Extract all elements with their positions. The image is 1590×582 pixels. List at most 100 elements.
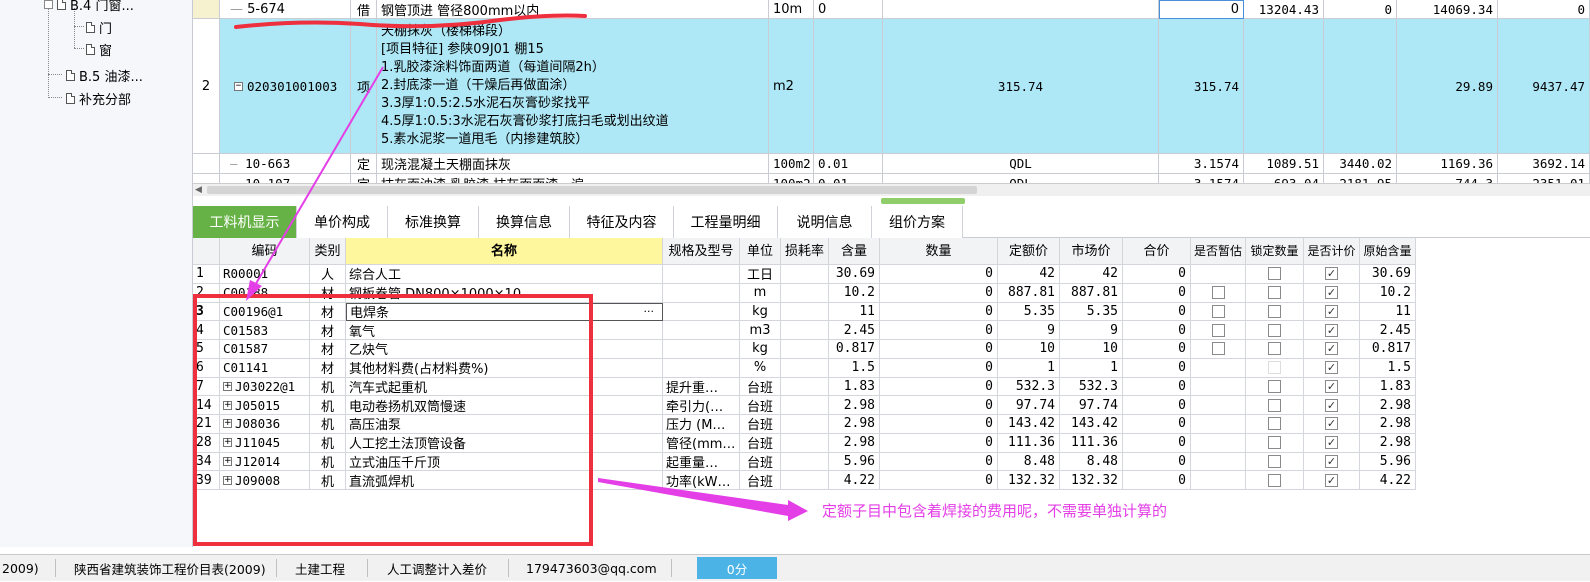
item-description-cell[interactable]: 天棚抹灰（楼梯梯段） [项目特征] 参陕09J01 棚15 1.乳胶漆涂料饰面两… [377, 19, 769, 154]
checkbox[interactable] [1268, 267, 1281, 281]
lock-quantity-cell[interactable] [1246, 415, 1304, 434]
spec-header[interactable]: 规格及型号 [663, 238, 740, 265]
quantity-cell[interactable]: 0 [880, 377, 998, 397]
name-cell[interactable]: 立式油压千斤顶 [346, 452, 663, 472]
checkbox[interactable] [1211, 286, 1225, 300]
tab-conversion-info[interactable]: 换算信息 [479, 206, 570, 238]
category-header[interactable]: 类别 [310, 238, 346, 265]
estimate-flag-cell[interactable] [1191, 452, 1246, 472]
content-cell[interactable]: 5.96 [829, 452, 880, 472]
code-cell[interactable]: — 5-674 [220, 0, 351, 19]
code-cell[interactable]: C01141 [220, 358, 310, 378]
estimate-flag-cell[interactable] [1191, 471, 1246, 490]
market-price-cell[interactable]: 111.36 [1060, 433, 1123, 453]
qty-cell[interactable]: 3.1574 [1159, 154, 1244, 174]
score-badge[interactable]: 0分 [697, 557, 777, 579]
market-price-cell[interactable]: 5.35 [1060, 302, 1123, 322]
code-cell[interactable]: + J11045 [220, 433, 310, 453]
code-cell[interactable]: R00001 [220, 265, 310, 284]
name-cell[interactable]: 人工挖土法顶管设备 [346, 433, 663, 453]
content-cell[interactable]: 10.2 [829, 283, 880, 303]
content-cell[interactable]: 1.5 [829, 358, 880, 378]
spec-cell[interactable] [663, 283, 740, 303]
estimate-flag-cell[interactable] [1191, 396, 1246, 415]
spec-cell[interactable]: 提升重… [663, 377, 740, 397]
collapse-icon[interactable]: − [234, 81, 243, 91]
quantity-cell[interactable]: 0 [880, 340, 998, 359]
tab-description-info[interactable]: 说明信息 [778, 206, 872, 238]
tree-item-b4[interactable]: B.4 门窗... [44, 0, 134, 14]
checkbox[interactable] [1268, 342, 1281, 356]
content-cell[interactable]: 2.45 [829, 321, 880, 340]
lock-quantity-cell[interactable] [1246, 283, 1304, 303]
estimate-flag-cell[interactable] [1191, 433, 1246, 453]
checkbox[interactable] [1268, 379, 1281, 393]
content-cell[interactable]: 2.98 [829, 433, 880, 453]
checkbox-checked[interactable]: ✓ [1325, 473, 1338, 487]
priced-flag-cell[interactable]: ✓ [1304, 415, 1360, 434]
quota-price-header[interactable]: 定额价 [998, 238, 1060, 265]
priced-flag-cell[interactable]: ✓ [1304, 452, 1360, 472]
code-cell[interactable]: C00188 [220, 283, 310, 303]
checkbox-checked[interactable]: ✓ [1325, 436, 1338, 450]
priced-flag-cell[interactable]: ✓ [1304, 433, 1360, 453]
name-cell[interactable]: 直流弧焊机 [346, 471, 663, 490]
lock-quantity-cell[interactable] [1246, 433, 1304, 453]
name-cell[interactable]: 乙炔气 [346, 340, 663, 359]
quantity-header[interactable]: 数量 [880, 238, 998, 265]
estimate-flag-cell[interactable] [1191, 283, 1246, 303]
spec-cell[interactable] [663, 340, 740, 359]
checkbox-checked[interactable]: ✓ [1325, 454, 1338, 468]
name-cell[interactable]: 综合人工 [346, 265, 663, 284]
expand-icon[interactable]: + [223, 419, 232, 429]
checkbox-checked[interactable]: ✓ [1325, 379, 1338, 393]
priced-flag-cell[interactable]: ✓ [1304, 396, 1360, 415]
quantity-cell[interactable]: 0 [880, 415, 998, 434]
panel-splitter-handle[interactable] [881, 198, 965, 204]
lock-quantity-cell[interactable] [1246, 358, 1304, 378]
tab-features-content[interactable]: 特征及内容 [570, 206, 674, 238]
code-cell[interactable]: C00196@1 [220, 302, 310, 322]
name-cell[interactable]: 氧气 [346, 321, 663, 340]
estimate-flag-cell[interactable] [1191, 377, 1246, 397]
quantity-cell[interactable]: 0 [880, 358, 998, 378]
priced-flag-cell[interactable]: ✓ [1304, 358, 1360, 378]
expand-icon[interactable]: + [223, 438, 232, 448]
code-cell[interactable]: − 020301001003 [220, 19, 351, 154]
content-header[interactable]: 含量 [829, 238, 880, 265]
name-header[interactable]: 名称 [346, 238, 663, 265]
tab-pricing-scheme[interactable]: 组价方案 [872, 206, 963, 238]
estimate-flag-header[interactable]: 是否暂估 [1191, 238, 1246, 265]
name-cell[interactable]: 汽车式起重机 [346, 377, 663, 397]
spec-cell[interactable] [663, 321, 740, 340]
checkbox-checked[interactable]: ✓ [1325, 286, 1338, 300]
market-price-cell[interactable]: 532.3 [1060, 377, 1123, 397]
content-cell[interactable]: 11 [829, 302, 880, 322]
market-price-cell[interactable]: 1 [1060, 358, 1123, 378]
tree-item-b5[interactable]: B.5 油漆... [66, 66, 143, 85]
name-cell[interactable]: 高压油泵 [346, 415, 663, 434]
expand-icon[interactable]: + [223, 400, 232, 410]
original-content-header[interactable]: 原始含量 [1360, 238, 1416, 265]
sum-price-header[interactable]: 合价 [1123, 238, 1191, 265]
qty-cell[interactable]: 315.74 [1159, 19, 1244, 154]
code-header[interactable]: 编码 [220, 238, 310, 265]
lock-quantity-header[interactable]: 锁定数量 [1246, 238, 1304, 265]
tab-labor-material-machine[interactable]: 工料机显示 [193, 206, 297, 238]
market-price-cell[interactable]: 97.74 [1060, 396, 1123, 415]
tab-quantity-details[interactable]: 工程量明细 [674, 206, 778, 238]
collapse-icon[interactable] [44, 0, 53, 9]
content-cell[interactable]: 0.817 [829, 340, 880, 359]
quantity-cell[interactable]: 0 [880, 396, 998, 415]
expand-icon[interactable]: + [223, 456, 232, 466]
priced-flag-cell[interactable]: ✓ [1304, 321, 1360, 340]
checkbox[interactable] [1211, 323, 1225, 337]
estimate-flag-cell[interactable] [1191, 415, 1246, 434]
lock-quantity-cell[interactable] [1246, 396, 1304, 415]
quantity-cell[interactable]: 0 [880, 471, 998, 490]
lock-quantity-cell[interactable] [1246, 471, 1304, 490]
quantity-cell[interactable]: 0 [880, 452, 998, 472]
market-price-cell[interactable]: 8.48 [1060, 452, 1123, 472]
name-cell[interactable]: 其他材料费(占材料费%) [346, 358, 663, 378]
checkbox[interactable] [1268, 286, 1281, 300]
